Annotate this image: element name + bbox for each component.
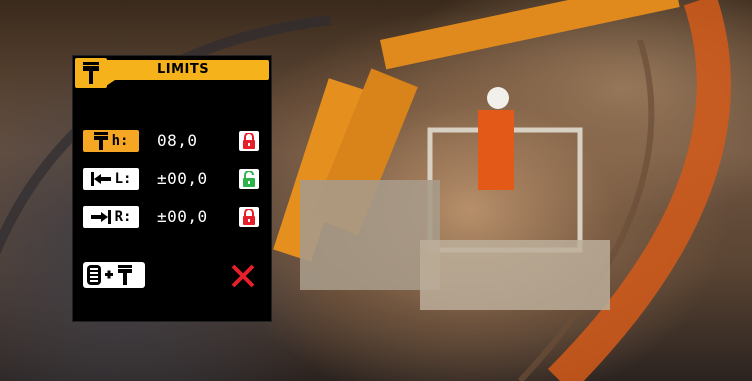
height-value: 08,0 xyxy=(157,131,198,150)
left-value: ±00,0 xyxy=(157,169,208,188)
lock-closed-icon xyxy=(243,209,255,225)
left-lock-toggle[interactable] xyxy=(239,169,259,189)
cancel-button[interactable] xyxy=(230,263,256,289)
panel-header: LIMITS xyxy=(73,56,271,94)
tire-plus-boom-icon xyxy=(87,265,132,285)
height-label: h: xyxy=(111,133,129,149)
left-limit-button[interactable]: L: xyxy=(83,168,139,190)
cancel-x-icon xyxy=(231,264,255,288)
height-lock-toggle[interactable] xyxy=(239,131,259,151)
panel-title: LIMITS xyxy=(157,62,210,77)
boom-height-icon xyxy=(75,58,107,88)
height-limit-icon xyxy=(93,132,108,150)
tire-plus-boom-button[interactable] xyxy=(83,262,145,288)
lock-open-icon xyxy=(243,171,255,187)
limits-panel: LIMITS h: 08,0 L: ±00,0 R: ±00,0 xyxy=(72,55,272,322)
right-label: R: xyxy=(114,209,132,225)
left-label: L: xyxy=(114,171,132,187)
height-limit-button[interactable]: h: xyxy=(83,130,139,152)
lock-closed-icon xyxy=(243,133,255,149)
right-value: ±00,0 xyxy=(157,207,208,226)
left-limit-icon xyxy=(90,172,111,186)
right-lock-toggle[interactable] xyxy=(239,207,259,227)
right-limit-button[interactable]: R: xyxy=(83,206,139,228)
right-limit-icon xyxy=(90,210,111,224)
